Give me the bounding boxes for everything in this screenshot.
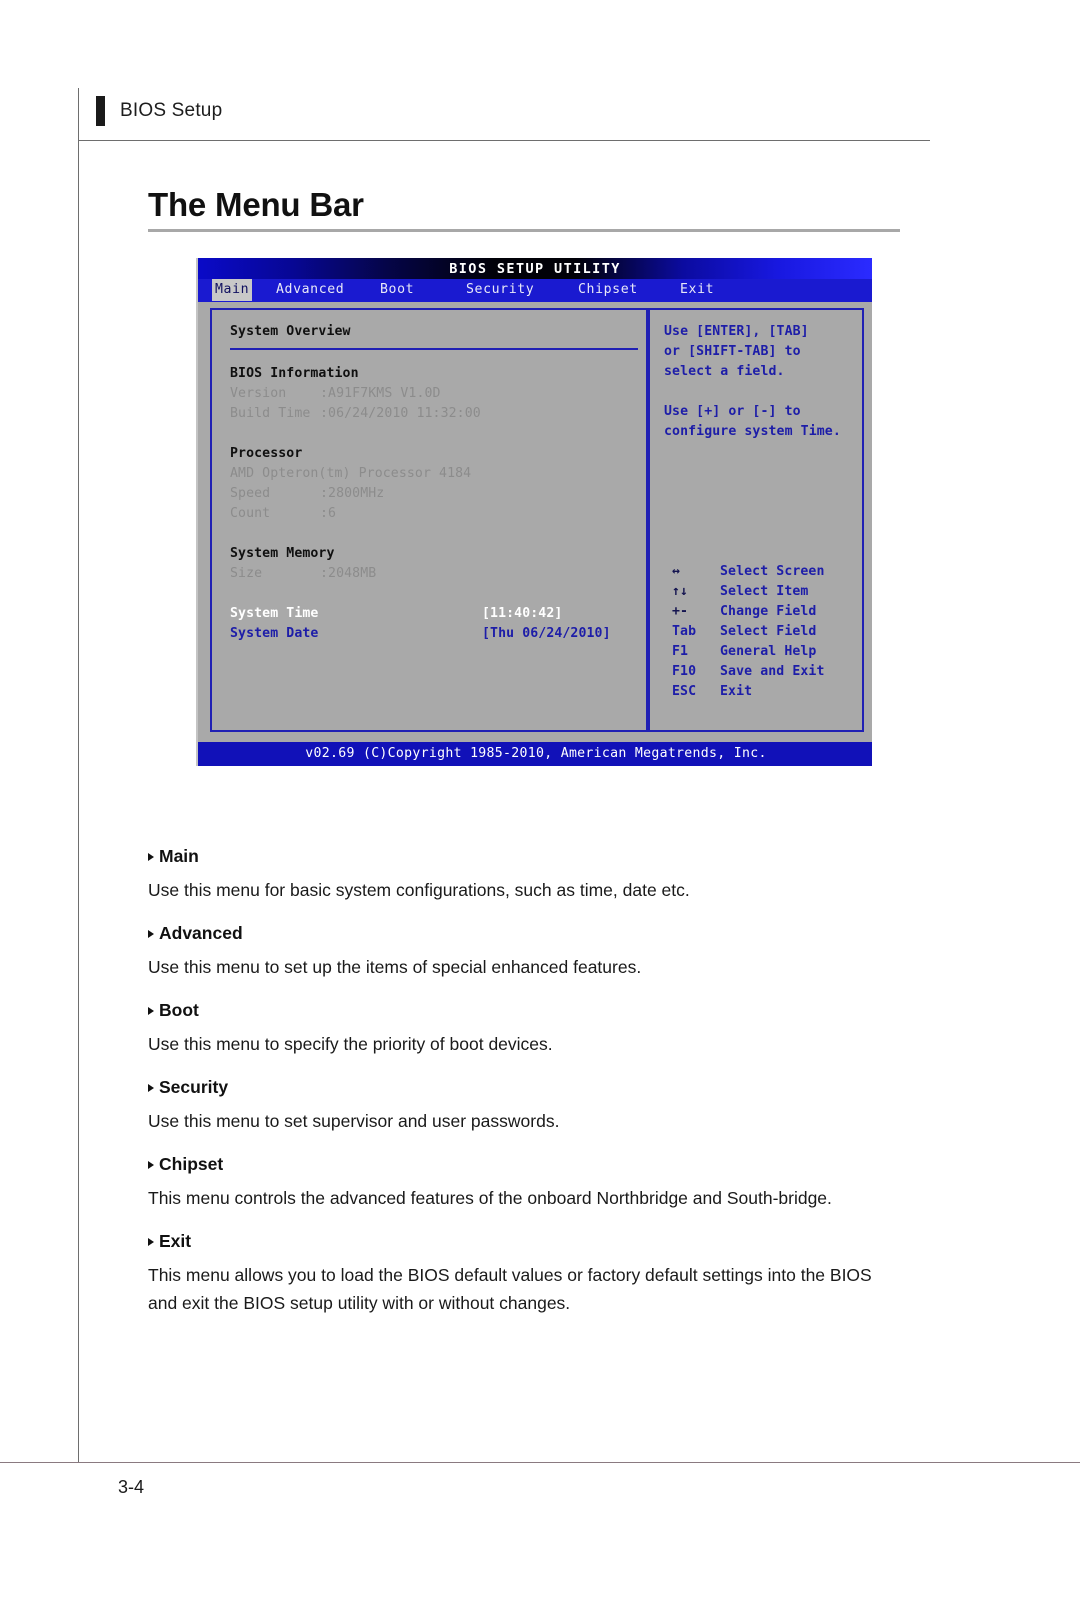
bios-row-value-build-time: :06/24/2010 11:32:00 <box>320 406 481 421</box>
triangle-bullet-icon <box>148 1161 154 1169</box>
description-item-chipset: Chipset This menu controls the advanced … <box>148 1154 900 1212</box>
description-text: Use this menu to set up the items of spe… <box>148 957 642 977</box>
bios-field-label-system-date[interactable]: System Date <box>230 624 318 644</box>
bios-legend-action-select-screen: Select Screen <box>720 564 825 579</box>
description-item-security: Security Use this menu to set supervisor… <box>148 1077 900 1135</box>
bios-menu-bar: Main Advanced Boot Security Chipset Exit <box>198 279 872 302</box>
bios-row-value-count: :6 <box>320 506 337 521</box>
description-term-label: Chipset <box>159 1154 224 1174</box>
bios-row-label-version: Version <box>230 386 287 401</box>
bios-tab-exit[interactable]: Exit <box>680 280 714 300</box>
bios-tab-main[interactable]: Main <box>212 279 253 301</box>
description-text: Use this menu to specify the priority of… <box>148 1034 553 1054</box>
bios-tab-security[interactable]: Security <box>466 280 534 300</box>
bios-help-line-2: or [SHIFT-TAB] to <box>664 344 801 359</box>
bios-legend-action-general-help: General Help <box>720 644 817 659</box>
bios-row-value-size: :2048MB <box>320 566 377 581</box>
description-item-boot: Boot Use this menu to specify the priori… <box>148 1000 900 1058</box>
bios-row-label-build-time: Build Time <box>230 406 311 421</box>
bios-setup-screenshot: BIOS SETUP UTILITY Main Advanced Boot Se… <box>196 258 872 766</box>
bios-legend-key-f10: F10 <box>672 664 697 679</box>
bios-body: System Overview BIOS Information Version… <box>198 302 872 742</box>
bios-legend-action-select-field: Select Field <box>720 624 817 639</box>
description-term: Advanced <box>148 923 900 944</box>
description-term: Boot <box>148 1000 900 1021</box>
description-term-label: Security <box>159 1077 229 1097</box>
bios-legend-action-select-item: Select Item <box>720 584 809 599</box>
page-header: BIOS Setup <box>78 92 930 140</box>
bios-field-value-system-date[interactable]: [Thu 06/24/2010] <box>482 624 611 644</box>
bios-help-line-5: configure system Time. <box>664 424 841 439</box>
page-left-rule <box>78 88 79 1462</box>
description-item-advanced: Advanced Use this menu to set up the ite… <box>148 923 900 981</box>
bios-group-title-bios-info: BIOS Information <box>230 366 359 381</box>
bios-tab-boot[interactable]: Boot <box>380 280 414 300</box>
bios-group-title-system-memory: System Memory <box>230 546 335 561</box>
bios-field-label-system-time[interactable]: System Time <box>230 604 318 624</box>
description-item-main: Main Use this menu for basic system conf… <box>148 846 900 904</box>
running-head: BIOS Setup <box>120 100 223 121</box>
bios-copyright-bar: v02.69 (C)Copyright 1985-2010, American … <box>198 742 872 766</box>
description-text: This menu allows you to load the BIOS de… <box>148 1265 872 1313</box>
bios-legend-key-tab: Tab <box>672 624 697 639</box>
page-number: 3-4 <box>118 1477 145 1497</box>
description-term: Chipset <box>148 1154 900 1175</box>
page-bottom-rule <box>0 1462 1080 1463</box>
bios-right-panel: Use [ENTER], [TAB] or [SHIFT-TAB] to sel… <box>648 308 864 732</box>
bios-row-value-speed: :2800MHz <box>320 486 385 501</box>
bios-row-label-speed: Speed <box>230 486 271 501</box>
description-text: Use this menu to set supervisor and user… <box>148 1111 560 1131</box>
description-item-exit: Exit This menu allows you to load the BI… <box>148 1231 900 1317</box>
triangle-bullet-icon <box>148 1084 154 1092</box>
bios-title-bar: BIOS SETUP UTILITY <box>198 258 872 279</box>
bios-row-label-size: Size <box>230 566 263 581</box>
description-term: Exit <box>148 1231 900 1252</box>
bios-legend-key-esc: ESC <box>672 684 697 699</box>
triangle-bullet-icon <box>148 1238 154 1246</box>
up-down-arrow-icon: ↑↓ <box>672 584 689 599</box>
bios-group-title-processor: Processor <box>230 446 303 461</box>
triangle-bullet-icon <box>148 1007 154 1015</box>
plus-minus-icon: +- <box>672 604 689 619</box>
bios-help-line-1: Use [ENTER], [TAB] <box>664 324 809 339</box>
header-bar-icon <box>96 96 105 126</box>
description-text: Use this menu for basic system configura… <box>148 880 690 900</box>
bios-row-label-count: Count <box>230 506 271 521</box>
bios-left-heading-rule <box>230 348 638 350</box>
description-term-label: Main <box>159 846 199 866</box>
bios-title: BIOS SETUP UTILITY <box>449 261 621 277</box>
description-term-label: Exit <box>159 1231 192 1251</box>
header-divider <box>78 140 930 141</box>
bios-row-label-cpu-model: AMD Opteron(tm) Processor 4184 <box>230 466 472 481</box>
bios-row-value-version: :A91F7KMS V1.0D <box>320 386 441 401</box>
bios-left-heading: System Overview <box>230 324 351 339</box>
bios-left-panel: System Overview BIOS Information Version… <box>210 308 648 732</box>
bios-legend-action-exit: Exit <box>720 684 753 699</box>
description-text: This menu controls the advanced features… <box>148 1188 832 1208</box>
page-title: The Menu Bar <box>148 186 364 223</box>
bios-legend-action-change-field: Change Field <box>720 604 817 619</box>
page-title-underline <box>148 229 900 232</box>
bios-help-line-4: Use [+] or [-] to <box>664 404 801 419</box>
description-term-label: Boot <box>159 1000 199 1020</box>
bios-tab-chipset[interactable]: Chipset <box>578 280 638 300</box>
bios-legend-action-save-and-exit: Save and Exit <box>720 664 825 679</box>
bios-legend-key-f1: F1 <box>672 644 689 659</box>
description-term: Security <box>148 1077 900 1098</box>
triangle-bullet-icon <box>148 853 154 861</box>
description-term: Main <box>148 846 900 867</box>
description-term-label: Advanced <box>159 923 243 943</box>
bios-tab-advanced[interactable]: Advanced <box>276 280 344 300</box>
left-right-arrow-icon: ↔ <box>672 564 681 579</box>
bios-field-value-system-time[interactable]: [11:40:42] <box>482 604 562 624</box>
menu-descriptions: Main Use this menu for basic system conf… <box>148 846 900 1336</box>
triangle-bullet-icon <box>148 930 154 938</box>
bios-help-line-3: select a field. <box>664 364 785 379</box>
